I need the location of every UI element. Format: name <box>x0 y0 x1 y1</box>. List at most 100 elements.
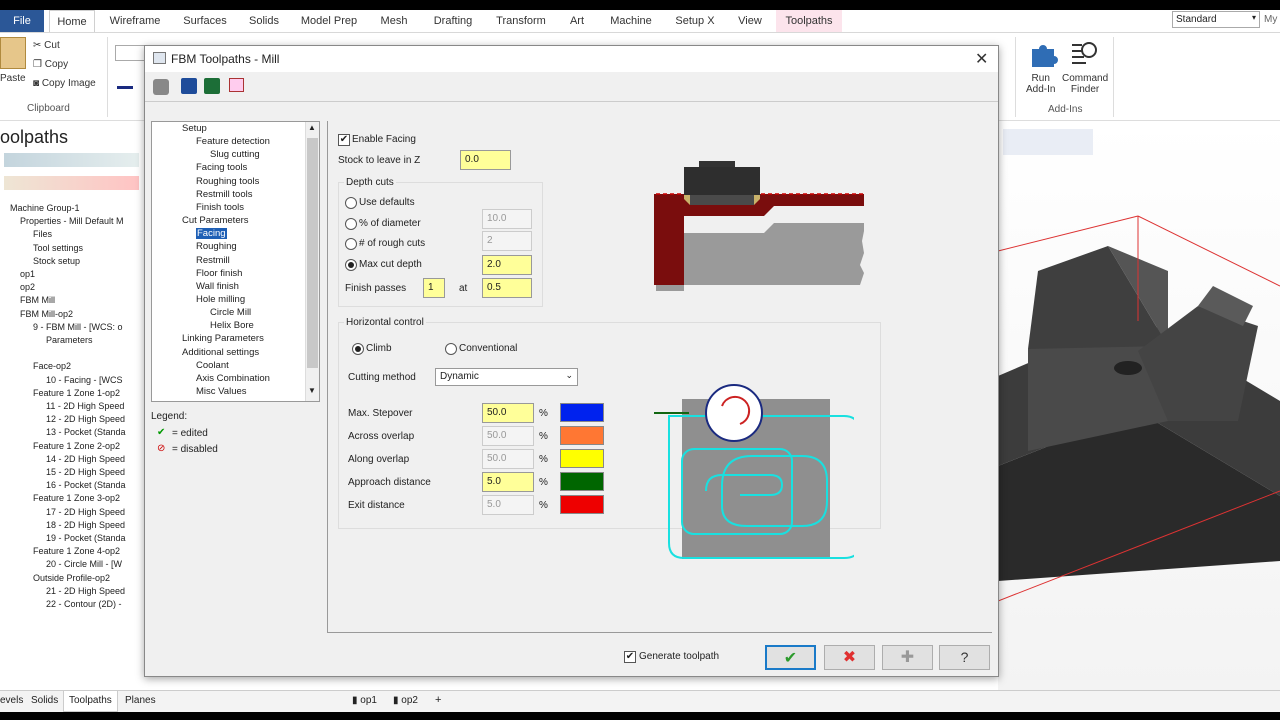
rough-cuts-input[interactable]: 2 <box>482 231 532 251</box>
manager-item[interactable]: 9 - FBM Mill - [WCS: o <box>33 322 123 332</box>
rough-cuts-radio[interactable] <box>345 238 357 250</box>
manager-item[interactable]: op1 <box>20 269 35 279</box>
manager-item[interactable]: Parameters <box>46 335 93 345</box>
hc-row-color-swatch[interactable] <box>560 495 604 514</box>
hc-row-color-swatch[interactable] <box>560 472 604 491</box>
tab-transform[interactable]: Transform <box>492 10 550 32</box>
manager-item[interactable]: Properties - Mill Default M <box>20 216 124 226</box>
manager-item[interactable]: Feature 1 Zone 1-op2 <box>33 388 120 398</box>
climb-radio[interactable] <box>352 343 364 355</box>
chevron-down-icon[interactable]: ▼ <box>308 386 316 395</box>
tree-item[interactable]: Restmill tools <box>196 189 253 200</box>
viewsheet-op1[interactable]: ▮ op1 <box>352 695 377 706</box>
graphics-viewport[interactable] <box>997 121 1280 690</box>
save-icon[interactable] <box>181 78 197 94</box>
manager-item[interactable]: 11 - 2D High Speed <box>46 401 124 411</box>
tab-levels[interactable]: evels <box>0 695 23 706</box>
max-cut-depth-radio[interactable] <box>345 259 357 271</box>
manager-item[interactable]: 19 - Pocket (Standa <box>46 533 126 543</box>
manager-item[interactable]: Feature 1 Zone 2-op2 <box>33 441 120 451</box>
tab-model-prep[interactable]: Model Prep <box>297 10 361 32</box>
finish-passes-input[interactable]: 1 <box>423 278 445 298</box>
manager-item[interactable]: 10 - Facing - [WCS <box>46 375 123 385</box>
manager-item[interactable]: 14 - 2D High Speed <box>46 454 125 464</box>
cutting-method-select[interactable]: Dynamic ⌄ <box>435 368 578 386</box>
manager-item[interactable]: 16 - Pocket (Standa <box>46 480 126 490</box>
command-finder-button[interactable]: Command Finder <box>1062 73 1108 95</box>
tool-icon[interactable] <box>153 79 169 95</box>
color-icon[interactable] <box>117 75 133 89</box>
manager-item[interactable]: op2 <box>20 282 35 292</box>
tree-item[interactable]: Cut Parameters <box>182 215 249 226</box>
manager-item[interactable]: Face-op2 <box>33 361 71 371</box>
tab-setup-x[interactable]: Setup X <box>672 10 718 32</box>
tree-scrollbar[interactable]: ▲ ▼ <box>305 122 319 401</box>
generate-toolpath-checkbox[interactable]: ✔ <box>624 651 636 663</box>
tree-item[interactable]: Axis Combination <box>196 373 270 384</box>
chevron-up-icon[interactable]: ▲ <box>308 123 316 132</box>
max-cut-depth-input[interactable]: 2.0 <box>482 255 532 275</box>
manager-toolbar-2[interactable] <box>4 176 139 190</box>
hc-row-color-swatch[interactable] <box>560 403 604 422</box>
stock-input[interactable]: 0.0 <box>460 150 511 170</box>
add-button[interactable]: ✚ <box>882 645 933 670</box>
copy-image-button[interactable]: ◙ Copy Image <box>33 78 96 89</box>
manager-item[interactable]: Files <box>33 229 52 239</box>
manager-toolbar-1[interactable] <box>4 153 139 167</box>
hc-row-input[interactable]: 50.0 <box>482 403 534 423</box>
tab-file[interactable]: File <box>0 10 44 32</box>
manager-item[interactable]: Machine Group-1 <box>10 203 80 213</box>
pct-diameter-input[interactable]: 10.0 <box>482 209 532 229</box>
tree-item[interactable]: Helix Bore <box>210 320 254 331</box>
manager-item[interactable]: 18 - 2D High Speed <box>46 520 125 530</box>
hc-row-input[interactable]: 5.0 <box>482 472 534 492</box>
hc-row-color-swatch[interactable] <box>560 426 604 445</box>
tree-item[interactable]: Coolant <box>196 360 229 371</box>
style-select[interactable]: Standard ▾ <box>1172 11 1260 28</box>
help-button[interactable]: ? <box>939 645 990 670</box>
tree-item[interactable]: Wall finish <box>196 281 239 292</box>
save-as-icon[interactable] <box>204 78 220 94</box>
command-finder-icon[interactable] <box>1070 39 1100 69</box>
tree-item[interactable]: Finish tools <box>196 202 244 213</box>
tab-machine[interactable]: Machine <box>605 10 657 32</box>
tree-item[interactable]: Linking Parameters <box>182 333 264 344</box>
run-add-in-button[interactable]: Run Add-In <box>1026 73 1055 95</box>
tree-item[interactable]: Roughing tools <box>196 176 259 187</box>
puzzle-icon[interactable] <box>1028 39 1058 69</box>
tab-wireframe[interactable]: Wireframe <box>105 10 165 32</box>
tab-toolpaths[interactable]: Toolpaths <box>776 10 842 32</box>
manager-item[interactable]: 20 - Circle Mill - [W <box>46 559 122 569</box>
copy-button[interactable]: ❐ Copy <box>33 59 68 70</box>
hc-row-color-swatch[interactable] <box>560 449 604 468</box>
scrollbar-thumb[interactable] <box>307 138 318 368</box>
manager-item[interactable]: 21 - 2D High Speed <box>46 586 125 596</box>
tree-item[interactable]: Floor finish <box>196 268 242 279</box>
tree-item[interactable]: Slug cutting <box>210 149 260 160</box>
tab-planes-panel[interactable]: Planes <box>125 695 156 706</box>
tree-item[interactable]: Additional settings <box>182 347 259 358</box>
hc-row-input[interactable]: 50.0 <box>482 426 534 446</box>
tab-mesh[interactable]: Mesh <box>375 10 413 32</box>
ok-button[interactable]: ✔ <box>765 645 816 670</box>
conventional-radio[interactable] <box>445 343 457 355</box>
pct-diameter-radio[interactable] <box>345 218 357 230</box>
close-icon[interactable]: ✕ <box>975 49 988 69</box>
cancel-button[interactable]: ✖ <box>824 645 875 670</box>
manager-item[interactable]: FBM Mill-op2 <box>20 309 73 319</box>
manager-item[interactable]: 22 - Contour (2D) - <box>46 599 122 609</box>
manager-item[interactable]: 15 - 2D High Speed <box>46 467 125 477</box>
manager-item[interactable]: 12 - 2D High Speed <box>46 414 125 424</box>
tree-item[interactable]: Feature detection <box>196 136 270 147</box>
viewsheet-op2[interactable]: ▮ op2 <box>393 695 418 706</box>
manager-item[interactable]: 17 - 2D High Speed <box>46 507 125 517</box>
tree-item[interactable]: Hole milling <box>196 294 245 305</box>
paste-button[interactable]: Paste <box>0 73 26 84</box>
tree-item[interactable]: Setup <box>182 123 207 134</box>
manager-item[interactable]: Stock setup <box>33 256 80 266</box>
tree-item[interactable]: Facing <box>196 228 227 240</box>
manager-item[interactable]: Feature 1 Zone 4-op2 <box>33 546 120 556</box>
tab-view[interactable]: View <box>732 10 768 32</box>
tree-item[interactable]: Circle Mill <box>210 307 251 318</box>
tab-art[interactable]: Art <box>562 10 592 32</box>
